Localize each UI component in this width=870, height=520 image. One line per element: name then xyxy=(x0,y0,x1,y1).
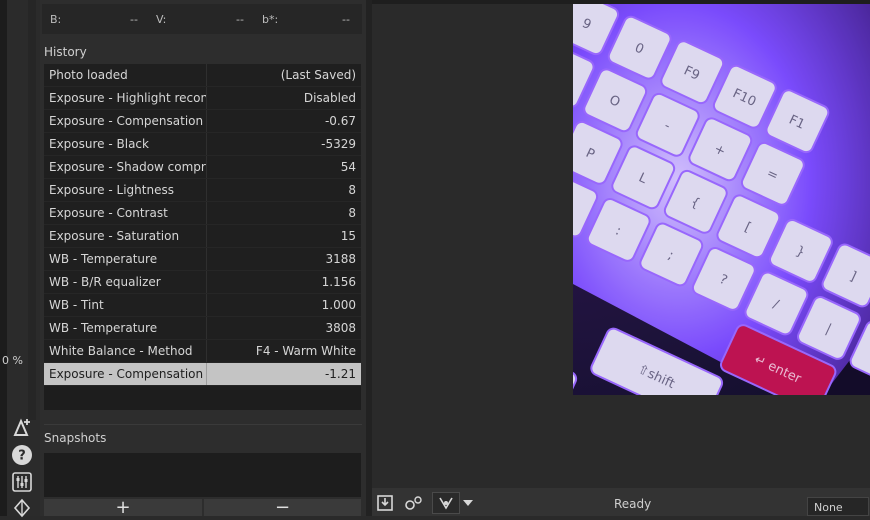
history-row[interactable]: WB - Temperature 3808 xyxy=(44,317,361,340)
zoom-percent: 0 % xyxy=(2,354,23,367)
profile-select[interactable]: None xyxy=(807,497,869,516)
left-toolbar: 0 % ? xyxy=(0,0,40,518)
history-value: 3188 xyxy=(325,252,356,266)
history-row[interactable]: Exposure - Black -5329 xyxy=(44,133,361,156)
lab-bstar-value: -- xyxy=(342,12,350,26)
history-row[interactable]: White Balance - Method F4 - Warm White xyxy=(44,340,361,363)
lab-bstar: b*: -- xyxy=(254,13,360,26)
history-action: WB - Temperature xyxy=(44,248,207,270)
left-edge-strip xyxy=(0,0,7,516)
history-row[interactable]: Exposure - Compensation -0.67 xyxy=(44,110,361,133)
remove-snapshot-button[interactable]: − xyxy=(204,499,361,517)
snapshots-title: Snapshots xyxy=(44,431,107,445)
history-action: Exposure - Compensation xyxy=(44,110,207,132)
snapshots-list[interactable] xyxy=(44,453,361,497)
history-row[interactable]: Exposure - Saturation 15 xyxy=(44,225,361,248)
help-icon[interactable]: ? xyxy=(9,443,35,467)
history-value: F4 - Warm White xyxy=(255,344,356,358)
history-action: WB - Tint xyxy=(44,294,207,316)
history-row[interactable]: Exposure - Shadow compre... 54 xyxy=(44,156,361,179)
history-value: -1.21 xyxy=(324,367,356,381)
history-value: 3808 xyxy=(325,321,356,335)
image-viewer[interactable]: 90F9F10F1/O-+=KPL{[}]←back":;?/|\alt↵ en… xyxy=(372,0,870,488)
batch-queue-icon[interactable] xyxy=(400,492,426,514)
history-action: Exposure - Contrast xyxy=(44,202,207,224)
history-action: WB - Temperature xyxy=(44,317,207,339)
lab-v: V: -- xyxy=(148,13,254,26)
history-row[interactable]: WB - Tint 1.000 xyxy=(44,294,361,317)
history-value: -0.67 xyxy=(324,114,356,128)
lab-b-label: B: xyxy=(50,12,62,26)
history-action: White Balance - Method xyxy=(44,340,207,362)
history-row[interactable]: WB - Temperature 3188 xyxy=(44,248,361,271)
dropdown-arrow-icon[interactable] xyxy=(460,492,476,514)
status-bar: Ready None xyxy=(372,488,870,516)
history-action: Exposure - Compensation xyxy=(44,363,207,385)
zoom-slider-track[interactable] xyxy=(28,0,36,420)
history-value: 8 xyxy=(348,183,356,197)
history-title: History xyxy=(44,45,87,59)
history-action: Exposure - Black xyxy=(44,133,207,155)
lab-v-value: -- xyxy=(236,12,244,26)
compare-icon[interactable] xyxy=(9,496,35,520)
history-row[interactable]: Photo loaded (Last Saved) xyxy=(44,64,361,87)
lab-v-label: V: xyxy=(156,12,167,26)
lab-b: B: -- xyxy=(42,13,148,26)
preferences-icon[interactable] xyxy=(9,470,35,494)
lab-bstar-label: b*: xyxy=(262,12,279,26)
history-panel: B: -- V: -- b*: -- History Photo loaded (… xyxy=(40,0,366,517)
lab-b-value: -- xyxy=(130,12,138,26)
history-row[interactable]: Exposure - Highlight recons... Disabled xyxy=(44,87,361,110)
history-action: Exposure - Highlight recons... xyxy=(44,87,207,109)
history-value: 1.000 xyxy=(321,298,356,312)
history-row[interactable]: Exposure - Compensation -1.21 xyxy=(44,363,361,386)
add-snapshot-button[interactable]: + xyxy=(44,499,202,517)
editor-icon[interactable] xyxy=(432,492,460,514)
history-value: 54 xyxy=(340,160,356,174)
history-value: Disabled xyxy=(303,91,356,105)
save-icon[interactable] xyxy=(374,492,396,514)
history-list[interactable]: Photo loaded (Last Saved) Exposure - Highl… xyxy=(44,64,361,410)
photo-preview[interactable]: 90F9F10F1/O-+=KPL{[}]←back":;?/|\alt↵ en… xyxy=(573,4,870,395)
status-text: Ready xyxy=(614,497,652,511)
panel-divider xyxy=(44,424,362,425)
history-action: Photo loaded xyxy=(44,64,207,86)
svg-text:?: ? xyxy=(18,449,26,464)
history-value: 1.156 xyxy=(321,275,356,289)
lab-readout: B: -- V: -- b*: -- xyxy=(42,4,362,34)
history-action: Exposure - Lightness xyxy=(44,179,207,201)
history-row[interactable]: Exposure - Contrast 8 xyxy=(44,202,361,225)
history-action: Exposure - Saturation xyxy=(44,225,207,247)
history-action: WB - B/R equalizer xyxy=(44,271,207,293)
history-value: (Last Saved) xyxy=(280,68,356,82)
history-value: -5329 xyxy=(321,137,356,151)
history-action: Exposure - Shadow compre... xyxy=(44,156,207,178)
add-tool-icon[interactable] xyxy=(9,416,35,440)
history-value: 8 xyxy=(348,206,356,220)
history-value: 15 xyxy=(340,229,356,243)
history-row[interactable]: WB - B/R equalizer 1.156 xyxy=(44,271,361,294)
history-row[interactable]: Exposure - Lightness 8 xyxy=(44,179,361,202)
